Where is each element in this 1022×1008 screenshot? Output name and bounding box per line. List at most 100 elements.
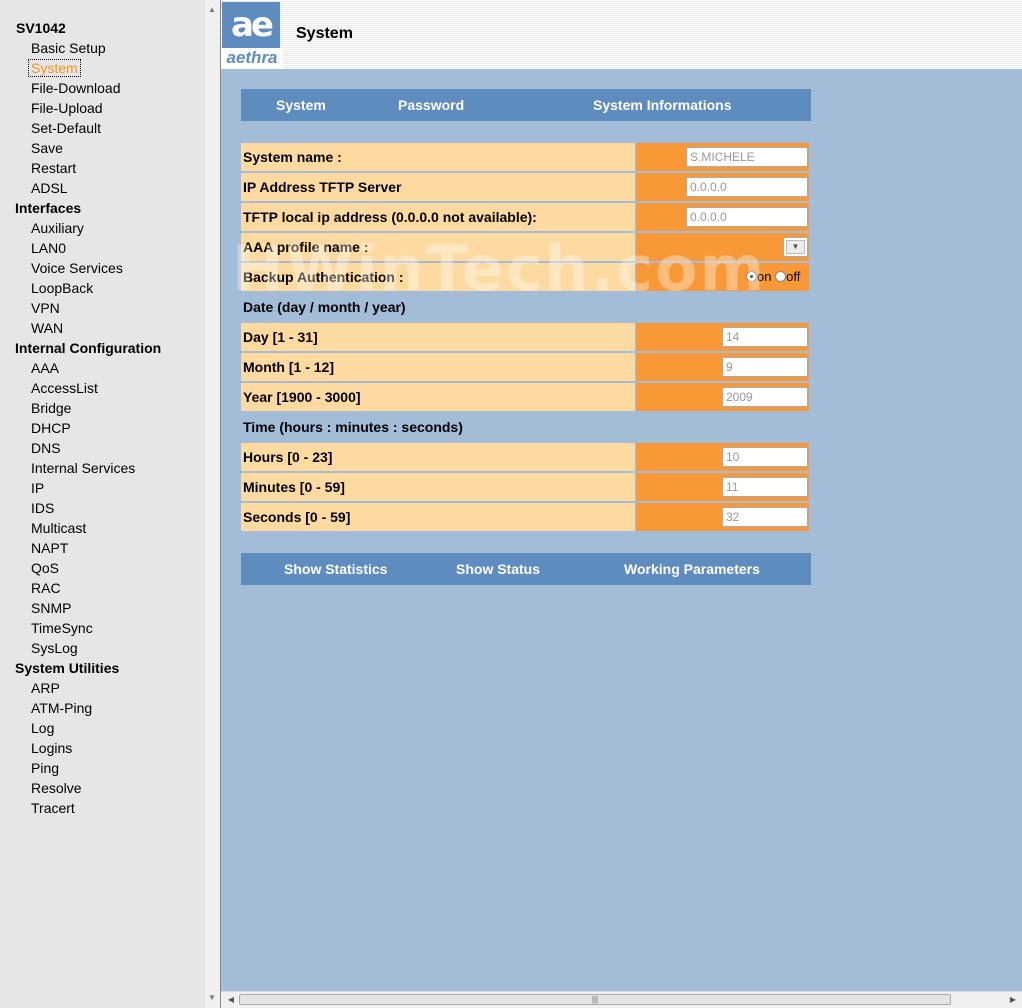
nav-item-atm-ping[interactable]: ATM-Ping	[0, 698, 204, 718]
nav-item-adsl[interactable]: ADSL	[0, 178, 204, 198]
nav-item-resolve[interactable]: Resolve	[0, 778, 204, 798]
nav-item-save[interactable]: Save	[0, 138, 204, 158]
nav-item-rac[interactable]: RAC	[0, 578, 204, 598]
row-tftp-local: TFTP local ip address (0.0.0.0 not avail…	[241, 203, 811, 233]
aaa-profile-select[interactable]: ▼	[783, 237, 808, 257]
page-header: ae aethra System	[221, 0, 1022, 69]
system-name-label: System name :	[241, 143, 635, 171]
triangle-right-icon[interactable]: ▶	[1005, 992, 1021, 1008]
row-minutes: Minutes [0 - 59] 11	[241, 473, 811, 503]
nav-item-snmp[interactable]: SNMP	[0, 598, 204, 618]
triangle-up-icon[interactable]: ▲	[205, 2, 219, 18]
nav-item-auxiliary[interactable]: Auxiliary	[0, 218, 204, 238]
tab-working-parameters[interactable]: Working Parameters	[624, 553, 760, 585]
nav-item-internal-services[interactable]: Internal Services	[0, 458, 204, 478]
hours-label: Hours [0 - 23]	[241, 443, 635, 471]
bottom-tab-bar: Show Statistics Show Status Working Para…	[241, 553, 811, 585]
tftp-local-input[interactable]: 0.0.0.0	[686, 207, 808, 227]
day-label: Day [1 - 31]	[241, 323, 635, 351]
nav-item-restart[interactable]: Restart	[0, 158, 204, 178]
nav-item-bridge[interactable]: Bridge	[0, 398, 204, 418]
tab-show-statistics[interactable]: Show Statistics	[284, 553, 387, 585]
nav-group-internal-configuration[interactable]: Internal Configuration	[0, 338, 204, 358]
system-name-input[interactable]: S.MICHELE	[686, 147, 808, 167]
backup-auth-off-radio[interactable]	[775, 271, 787, 282]
nav-item-voice-services[interactable]: Voice Services	[0, 258, 204, 278]
minutes-label: Minutes [0 - 59]	[241, 473, 635, 501]
content-frame: ae aethra System System Password System …	[220, 0, 1022, 1008]
year-input[interactable]: 2009	[722, 387, 808, 407]
tab-password[interactable]: Password	[398, 89, 464, 121]
tab-system[interactable]: System	[276, 89, 326, 121]
nav-item-basic-setup[interactable]: Basic Setup	[0, 38, 204, 58]
nav-tree: SV1042 Basic Setup System File-Download …	[0, 18, 204, 818]
tab-show-status[interactable]: Show Status	[456, 553, 540, 585]
nav-group-sv1042[interactable]: SV1042	[0, 18, 204, 38]
nav-group-interfaces[interactable]: Interfaces	[0, 198, 204, 218]
system-form: System name : S.MICHELE IP Address TFTP …	[241, 143, 811, 533]
sidebar: SV1042 Basic Setup System File-Download …	[0, 0, 204, 1008]
month-cell: 9	[636, 353, 809, 381]
nav-item-timesync[interactable]: TimeSync	[0, 618, 204, 638]
nav-item-ids[interactable]: IDS	[0, 498, 204, 518]
nav-item-log[interactable]: Log	[0, 718, 204, 738]
tftp-local-label: TFTP local ip address (0.0.0.0 not avail…	[241, 203, 635, 231]
nav-item-wan[interactable]: WAN	[0, 318, 204, 338]
backup-auth-on-label: on	[757, 269, 772, 284]
sidebar-scrollbar[interactable]: ▲ ▼	[204, 0, 219, 1008]
row-day: Day [1 - 31] 14	[241, 323, 811, 353]
nav-item-ip[interactable]: IP	[0, 478, 204, 498]
nav-item-vpn[interactable]: VPN	[0, 298, 204, 318]
tftp-server-label: IP Address TFTP Server	[241, 173, 635, 201]
nav-item-arp[interactable]: ARP	[0, 678, 204, 698]
row-hours: Hours [0 - 23] 10	[241, 443, 811, 473]
nav-item-ping[interactable]: Ping	[0, 758, 204, 778]
nav-item-multicast[interactable]: Multicast	[0, 518, 204, 538]
time-heading: Time (hours : minutes : seconds)	[243, 419, 463, 435]
hours-input[interactable]: 10	[722, 447, 808, 467]
nav-item-loopback[interactable]: LoopBack	[0, 278, 204, 298]
row-year: Year [1900 - 3000] 2009	[241, 383, 811, 413]
tftp-local-cell: 0.0.0.0	[636, 203, 809, 231]
row-time-heading: Time (hours : minutes : seconds)	[241, 413, 811, 443]
nav-item-dhcp[interactable]: DHCP	[0, 418, 204, 438]
nav-item-set-default[interactable]: Set-Default	[0, 118, 204, 138]
row-backup-auth: Backup Authentication : on off	[241, 263, 811, 293]
tftp-server-cell: 0.0.0.0	[636, 173, 809, 201]
scrollbar-thumb[interactable]: |||	[239, 994, 951, 1005]
nav-item-napt[interactable]: NAPT	[0, 538, 204, 558]
backup-auth-on-radio[interactable]	[746, 271, 757, 282]
nav-item-system[interactable]: System	[0, 58, 204, 78]
nav-item-syslog[interactable]: SysLog	[0, 638, 204, 658]
seconds-input[interactable]: 32	[722, 507, 808, 527]
nav-item-lan0[interactable]: LAN0	[0, 238, 204, 258]
year-label: Year [1900 - 3000]	[241, 383, 635, 411]
month-input[interactable]: 9	[722, 357, 808, 377]
triangle-down-icon[interactable]: ▼	[205, 990, 219, 1006]
hours-cell: 10	[636, 443, 809, 471]
month-label: Month [1 - 12]	[241, 353, 635, 381]
tftp-server-input[interactable]: 0.0.0.0	[686, 177, 808, 197]
day-input[interactable]: 14	[722, 327, 808, 347]
aaa-profile-label: AAA profile name :	[241, 233, 635, 261]
backup-auth-label: Backup Authentication :	[241, 263, 635, 291]
date-heading: Date (day / month / year)	[243, 299, 406, 315]
nav-item-file-upload[interactable]: File-Upload	[0, 98, 204, 118]
nav-item-accesslist[interactable]: AccessList	[0, 378, 204, 398]
nav-item-dns[interactable]: DNS	[0, 438, 204, 458]
page-title: System	[296, 25, 353, 42]
chevron-down-icon[interactable]: ▼	[786, 240, 805, 254]
row-month: Month [1 - 12] 9	[241, 353, 811, 383]
tab-system-informations[interactable]: System Informations	[593, 89, 731, 121]
minutes-cell: 11	[636, 473, 809, 501]
nav-item-qos[interactable]: QoS	[0, 558, 204, 578]
horizontal-scrollbar[interactable]: ◀ ||| ▶	[221, 991, 1022, 1008]
minutes-input[interactable]: 11	[722, 477, 808, 497]
nav-item-tracert[interactable]: Tracert	[0, 798, 204, 818]
triangle-left-icon[interactable]: ◀	[223, 992, 239, 1008]
nav-item-aaa[interactable]: AAA	[0, 358, 204, 378]
nav-group-system-utilities[interactable]: System Utilities	[0, 658, 204, 678]
nav-item-logins[interactable]: Logins	[0, 738, 204, 758]
nav-item-file-download[interactable]: File-Download	[0, 78, 204, 98]
backup-auth-cell: on off	[636, 263, 809, 291]
